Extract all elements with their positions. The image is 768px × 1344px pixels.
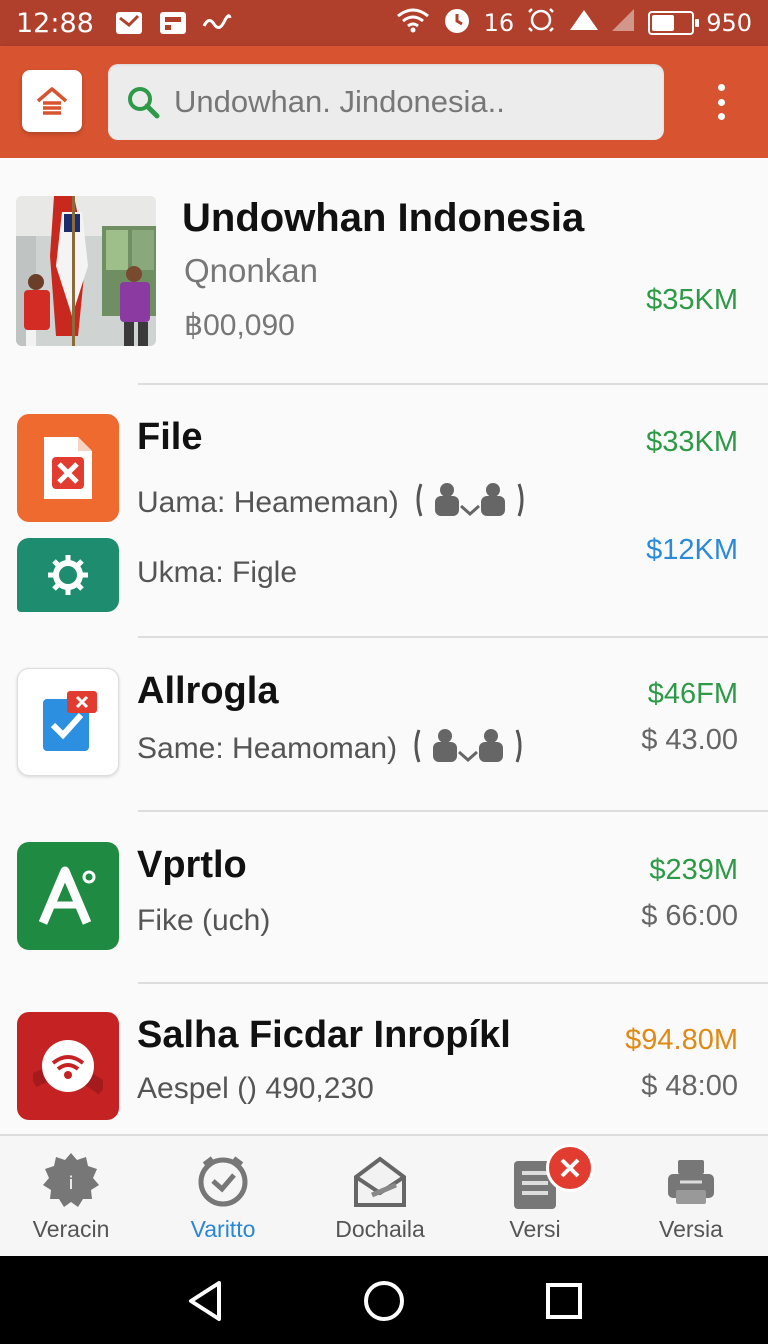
home-button[interactable]: [22, 70, 82, 132]
nav-label: Veracin: [32, 1216, 110, 1242]
gear-icon: i: [39, 1150, 103, 1214]
app-bar: [0, 46, 768, 158]
back-icon[interactable]: [180, 1276, 230, 1326]
item-price: $46FM: [647, 678, 738, 710]
item-price-secondary: $12KM: [646, 534, 738, 566]
battery-number: 950: [706, 9, 752, 37]
item-line1: Fike (uch): [137, 904, 271, 937]
item-line2: Ukma: Figle: [137, 556, 298, 589]
bottom-navigation: i Veracin Varitto Dochaila Versi Versia: [0, 1134, 768, 1256]
search-box[interactable]: [108, 64, 664, 140]
file-x-icon: [17, 414, 119, 522]
item-price-secondary: $ 43.00: [641, 724, 738, 756]
featured-photo: [16, 196, 156, 346]
wifi-status-icon: [396, 7, 430, 39]
item-subtitle: Qnonkan: [184, 252, 318, 289]
clock-check-icon: [191, 1150, 255, 1214]
nav-label: Versi: [509, 1216, 561, 1242]
calendar-icon: [158, 9, 188, 37]
recents-icon[interactable]: [539, 1276, 589, 1326]
cell-signal-icon: [568, 7, 599, 39]
wave-icon: [202, 9, 232, 37]
cell-bars-icon: [610, 7, 636, 39]
vibrate-icon: [526, 6, 556, 40]
nav-label: Varitto: [190, 1216, 256, 1242]
item-title: File: [137, 416, 203, 458]
divider: [138, 383, 768, 385]
nav-label: Versia: [659, 1216, 723, 1242]
item-line1: Same: Heamoman): [137, 731, 398, 765]
wifi-icon: [17, 1012, 119, 1120]
gmail-icon: [114, 9, 144, 37]
item-title: Undowhan Indonesia: [182, 196, 585, 240]
letter-a-icon: [17, 842, 119, 950]
item-price-secondary: $ 66:00: [641, 900, 738, 932]
item-price: $35KM: [646, 284, 738, 316]
home-circle-icon[interactable]: [359, 1276, 409, 1326]
gear-chat-icon: [17, 538, 119, 612]
nav-item-dochaila[interactable]: Dochaila: [305, 1136, 455, 1258]
item-title: Salha Ficdar Inropíkl: [137, 1014, 511, 1056]
item-detail: Same: Heamoman): [137, 726, 523, 774]
item-line1: Uama: Heameman): [137, 485, 399, 519]
list-item-salha[interactable]: Salha Ficdar Inropíkl Aespel () 490,230 …: [0, 984, 768, 1134]
results-list: Undowhan Indonesia Qnonkan ฿00,090 $35KM…: [0, 158, 768, 1134]
search-input[interactable]: [174, 84, 614, 120]
item-title: Vprtlo: [137, 844, 247, 886]
mail-icon: [348, 1150, 412, 1214]
system-navigation-bar: [0, 1256, 768, 1344]
item-line1: Aespel () 490,230: [137, 1072, 374, 1105]
list-item-vprtlo[interactable]: Vprtlo Fike (uch) $239M $ 66:00: [0, 812, 768, 982]
battery-icon: [648, 11, 700, 35]
list-item-file[interactable]: File Uama: Heameman) Ukma: Figle $33KM $…: [0, 386, 768, 636]
list-item-featured[interactable]: Undowhan Indonesia Qnonkan ฿00,090 $35KM: [0, 158, 768, 384]
people-icon: [413, 726, 523, 774]
item-amount: ฿00,090: [184, 309, 295, 342]
checklist-icon: [17, 668, 119, 776]
status-time: 12:88: [16, 7, 94, 39]
more-options-icon[interactable]: [706, 80, 736, 124]
item-price-secondary: $ 48:00: [641, 1070, 738, 1102]
printer-icon: [659, 1150, 723, 1214]
item-title: Allrogla: [137, 670, 279, 712]
nav-item-varitto[interactable]: Varitto: [148, 1136, 298, 1258]
list-item-allrogla[interactable]: Allrogla Same: Heamoman) $46FM $ 43.00: [0, 638, 768, 810]
item-price: $239M: [649, 854, 738, 886]
search-icon: [128, 87, 160, 119]
item-detail: Uama: Heameman): [137, 480, 525, 528]
nav-label: Dochaila: [335, 1216, 425, 1242]
nav-item-versia[interactable]: Versia: [616, 1136, 766, 1258]
home-icon: [36, 87, 68, 115]
svg-text:i: i: [68, 1173, 73, 1194]
nav-item-versi[interactable]: Versi: [460, 1136, 610, 1258]
status-bar: 12:88 16 950: [0, 0, 768, 46]
signal-number: 16: [483, 9, 515, 37]
people-icon: [415, 480, 525, 528]
item-price: $94.80M: [625, 1024, 738, 1056]
nav-item-veracin[interactable]: i Veracin: [0, 1136, 146, 1258]
alarm-icon: [442, 5, 472, 41]
item-price: $33KM: [646, 426, 738, 458]
close-badge-icon[interactable]: [546, 1144, 594, 1192]
